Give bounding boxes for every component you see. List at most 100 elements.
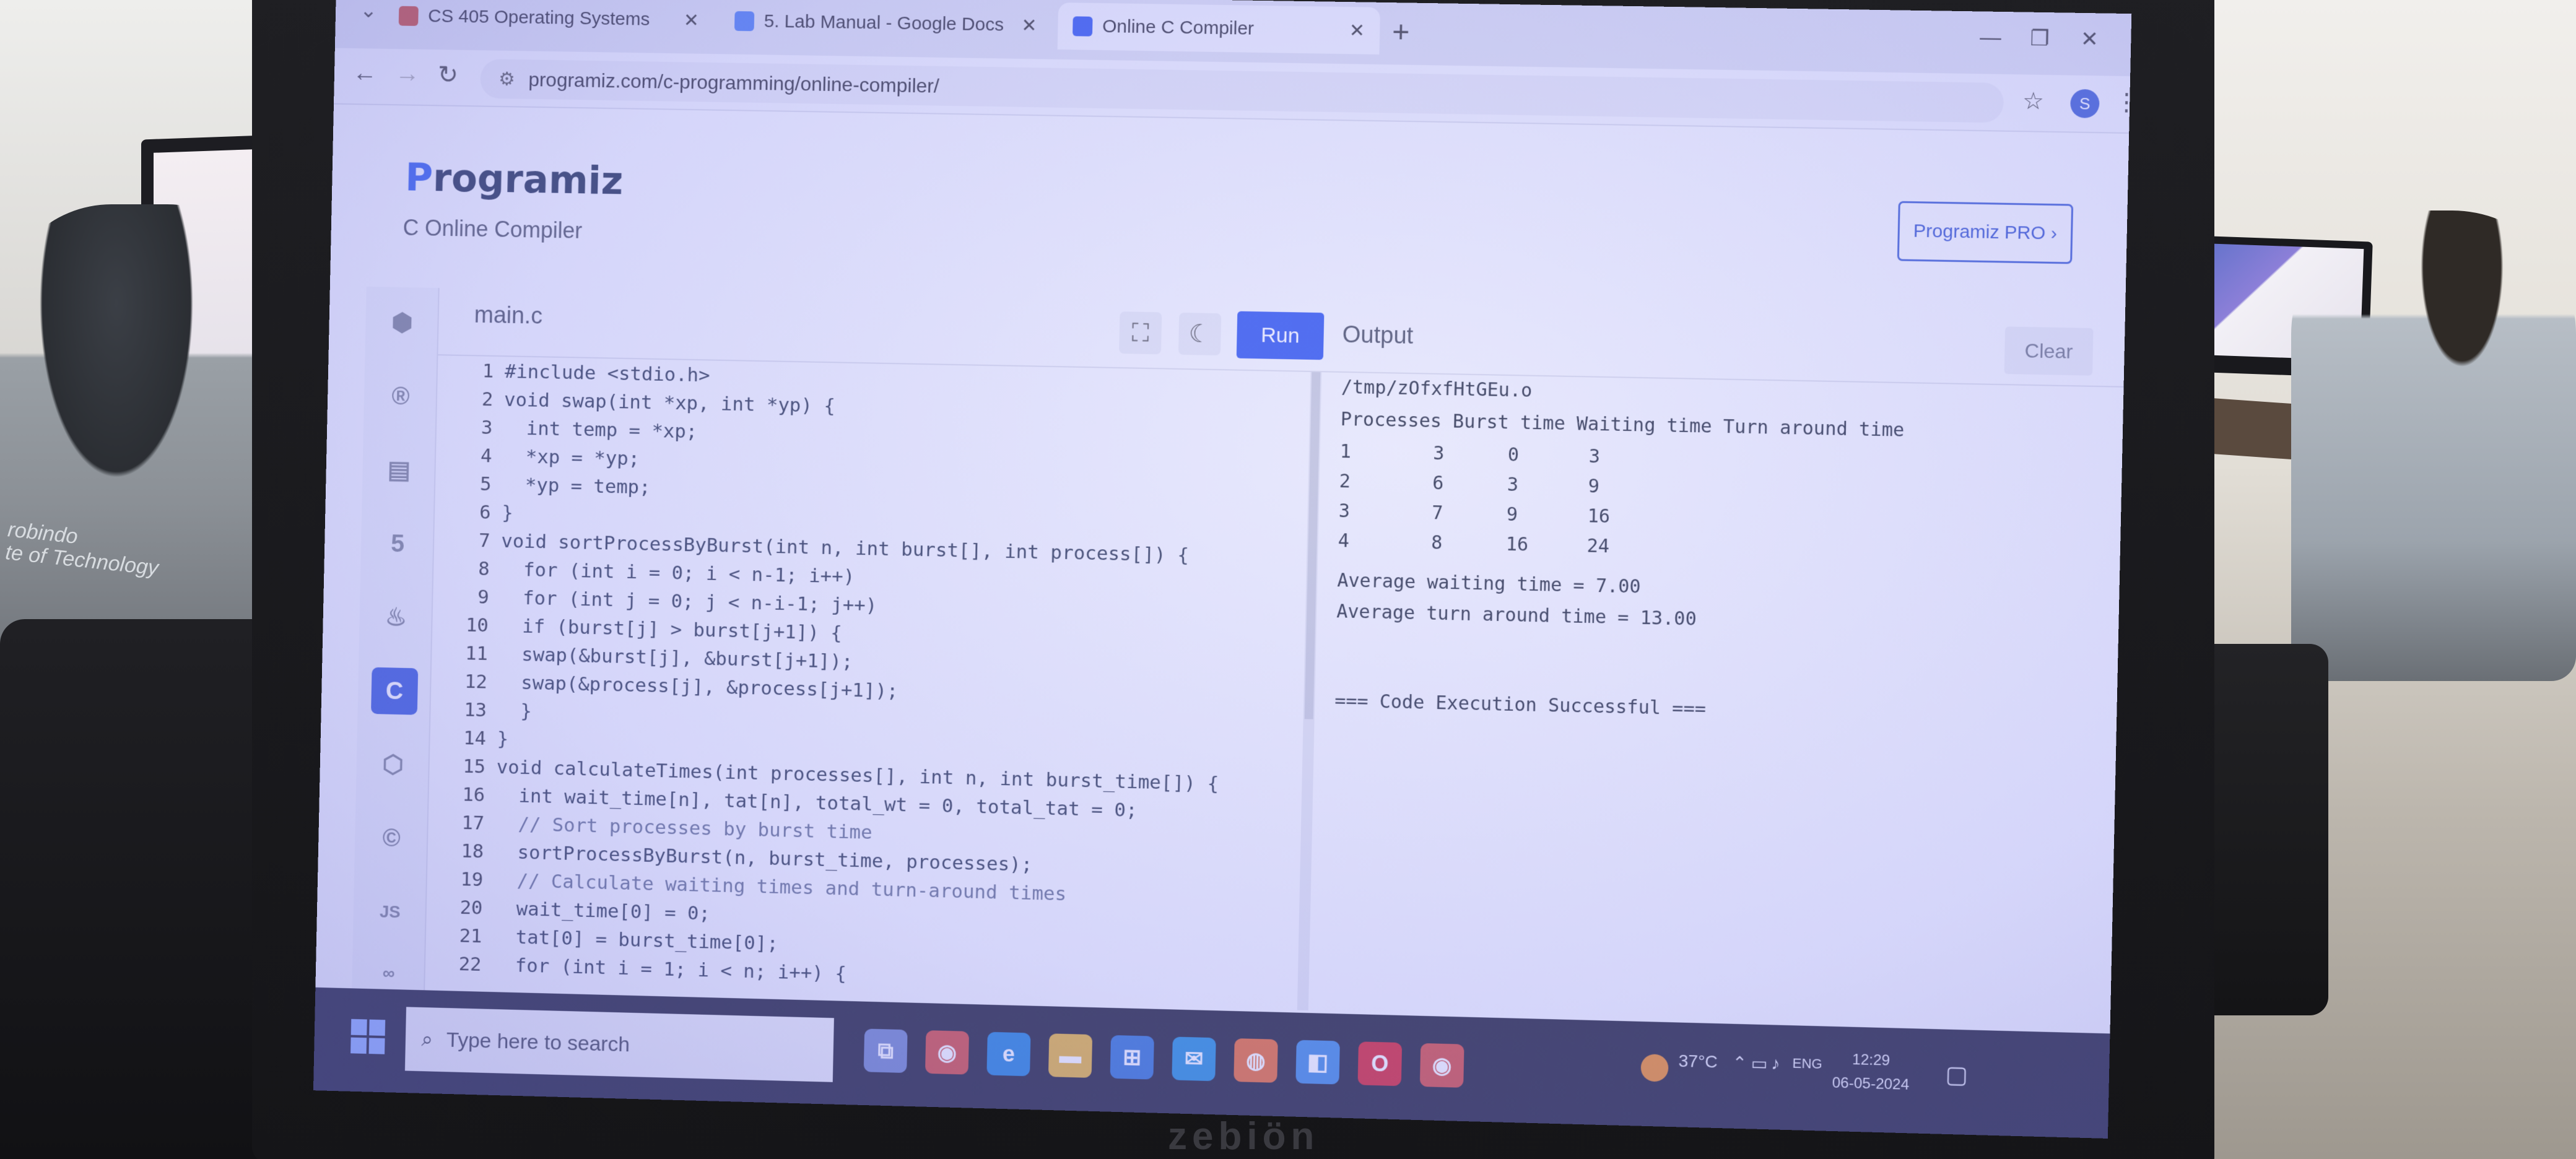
language-sidebar: ⬢ ® ▤ 5 ♨ C ⬡ © JS ∞ <box>352 286 440 991</box>
task-view-icon[interactable]: ⧉ <box>863 1028 908 1074</box>
output-cell-burst: 7 <box>1431 502 1443 524</box>
html5-icon[interactable]: 5 <box>374 520 421 568</box>
monitor-screen: ⌄ CS 405 Operating Systems ✕ 5. Lab Manu… <box>313 0 2132 1139</box>
notes-icon[interactable]: ◧ <box>1295 1040 1340 1085</box>
volume-icon[interactable]: ♪ <box>1771 1054 1780 1074</box>
sql-database-icon[interactable]: ▤ <box>375 446 422 494</box>
output-cell-burst: 6 <box>1432 472 1444 495</box>
output-row: 1 3 0 3 <box>1339 441 1600 471</box>
fullscreen-icon[interactable]: ⛶ <box>1119 311 1162 355</box>
tab-label: CS 405 Operating Systems <box>427 6 650 30</box>
opera-icon[interactable]: O <box>1357 1041 1403 1087</box>
file-name-tab[interactable]: main.c <box>474 302 542 330</box>
line-number: 22 <box>458 953 482 976</box>
chrome-active-icon[interactable]: ◉ <box>1419 1043 1464 1088</box>
network-icon[interactable]: ▭ <box>1751 1053 1767 1074</box>
output-cell-tat: 24 <box>1586 535 1610 558</box>
chrome-icon[interactable]: ◉ <box>925 1030 969 1075</box>
c-lang-icon[interactable]: C <box>371 667 419 715</box>
output-cell-p: 1 <box>1339 440 1352 463</box>
system-clock[interactable]: 12:29 06-05-2024 <box>1832 1048 1910 1097</box>
output-cell-burst: 8 <box>1430 532 1443 554</box>
edge-icon[interactable]: e <box>986 1031 1031 1077</box>
code-text: for (int i = 1; i < n; i++) { <box>492 953 847 985</box>
student-right <box>2291 211 2576 681</box>
reload-icon[interactable]: ↻ <box>437 61 459 89</box>
output-cell-p: 4 <box>1338 530 1350 552</box>
temperature[interactable]: 37°C <box>1678 1051 1718 1072</box>
back-arrow-icon[interactable]: ← <box>352 59 377 87</box>
csharp-icon[interactable]: © <box>368 815 415 862</box>
minimize-icon[interactable]: — <box>1980 25 2001 50</box>
tab-label: 5. Lab Manual - Google Docs <box>764 11 1004 35</box>
store-icon[interactable]: ⊞ <box>1110 1035 1154 1080</box>
javascript-icon[interactable]: JS <box>367 888 414 935</box>
tab-search-chevron-icon[interactable]: ⌄ <box>356 0 381 23</box>
restore-icon[interactable]: ❐ <box>2030 26 2050 51</box>
monitor-brand-logo: zebiön <box>1168 1115 1320 1158</box>
programiz-pro-button[interactable]: Programiz PRO › <box>1897 201 2074 264</box>
windows-start-icon[interactable] <box>350 1018 386 1054</box>
profile-avatar[interactable]: S <box>2069 89 2100 118</box>
programiz-page: Programiz C Online Compiler Programiz PR… <box>315 104 2130 1034</box>
taskbar-search[interactable]: ⌕ Type here to search <box>404 1007 834 1082</box>
close-window-icon[interactable]: ✕ <box>2080 27 2099 52</box>
dark-mode-moon-icon[interactable]: ☾ <box>1178 312 1222 356</box>
output-cell-burst: 3 <box>1432 442 1445 465</box>
weather-icon[interactable] <box>1640 1054 1669 1082</box>
output-status: === Code Execution Successful === <box>1334 690 1707 720</box>
logo-mark: P <box>404 154 433 201</box>
r-lang-icon[interactable]: ® <box>377 373 424 420</box>
cpp-icon[interactable]: ⬡ <box>370 741 417 789</box>
output-cell-wait: 3 <box>1507 474 1519 496</box>
output-cell-tat: 3 <box>1588 445 1601 468</box>
output-average-waiting: Average waiting time = 7.00 <box>1337 570 1642 598</box>
output-cell-wait: 16 <box>1505 533 1529 556</box>
tab-lab-manual[interactable]: 5. Lab Manual - Google Docs ✕ <box>720 0 1053 50</box>
code-text: } <box>502 501 514 524</box>
clock-time: 12:29 <box>1852 1051 1891 1069</box>
code-editor[interactable]: 1 #include <stdio.h> 2 void swap(int *xp, i… <box>425 355 1323 1013</box>
tab-online-c-compiler[interactable]: Online C Compiler ✕ <box>1057 2 1381 54</box>
python-icon[interactable]: ⬢ <box>378 299 425 347</box>
output-cell-wait: 9 <box>1506 503 1518 526</box>
output-row: 3 7 9 16 <box>1338 500 1610 530</box>
output-average-turnaround: Average turn around time = 13.00 <box>1336 601 1697 630</box>
new-tab-button[interactable]: + <box>1392 15 1410 50</box>
forward-arrow-icon[interactable]: → <box>395 60 420 88</box>
programiz-favicon-icon <box>1073 16 1093 37</box>
output-cell-p: 3 <box>1338 500 1351 523</box>
menu-kebab-icon[interactable]: ⋮ <box>2114 89 2131 117</box>
code-text: } <box>497 727 509 750</box>
notification-icon[interactable]: ▢ <box>1945 1061 1968 1089</box>
mail-icon[interactable]: ✉ <box>1172 1036 1216 1082</box>
output-cell-tat: 9 <box>1588 475 1600 498</box>
run-button[interactable]: Run <box>1236 311 1325 360</box>
programiz-logo[interactable]: Programiz <box>405 155 624 203</box>
code-line[interactable]: 22 for (int i = 1; i < n; i++) { <box>425 952 846 995</box>
chair-left <box>0 619 291 1159</box>
bookmark-star-icon[interactable]: ☆ <box>2022 87 2045 116</box>
firefox-icon[interactable]: ◍ <box>1234 1038 1278 1083</box>
search-icon: ⌕ <box>421 1027 433 1051</box>
output-cell-wait: 0 <box>1507 444 1520 466</box>
tab-cs405[interactable]: CS 405 Operating Systems ✕ <box>384 0 715 44</box>
code-text: *yp = temp; <box>502 473 651 499</box>
clear-button[interactable]: Clear <box>2004 326 2094 376</box>
clock-date: 06-05-2024 <box>1832 1074 1910 1093</box>
page-subtitle: C Online Compiler <box>402 215 583 243</box>
language-indicator[interactable]: ENG <box>1792 1056 1822 1072</box>
taskbar-search-placeholder: Type here to search <box>446 1028 630 1056</box>
close-tab-icon[interactable]: ✕ <box>684 9 700 31</box>
site-info-icon[interactable]: ⚙ <box>498 68 515 90</box>
output-cell-tat: 16 <box>1587 505 1611 528</box>
file-explorer-icon[interactable]: ▬ <box>1048 1033 1093 1078</box>
output-title: Output <box>1342 321 1414 349</box>
close-tab-icon[interactable]: ✕ <box>1349 20 1365 41</box>
tab-label: Online C Compiler <box>1102 16 1255 39</box>
close-tab-icon[interactable]: ✕ <box>1021 15 1037 37</box>
output-table-header: Processes Burst time Waiting time Turn a… <box>1340 408 1905 441</box>
java-icon[interactable]: ♨ <box>373 594 420 641</box>
classroom-favicon-icon <box>398 6 419 26</box>
tray-chevron-icon[interactable]: ⌃ <box>1732 1053 1747 1074</box>
